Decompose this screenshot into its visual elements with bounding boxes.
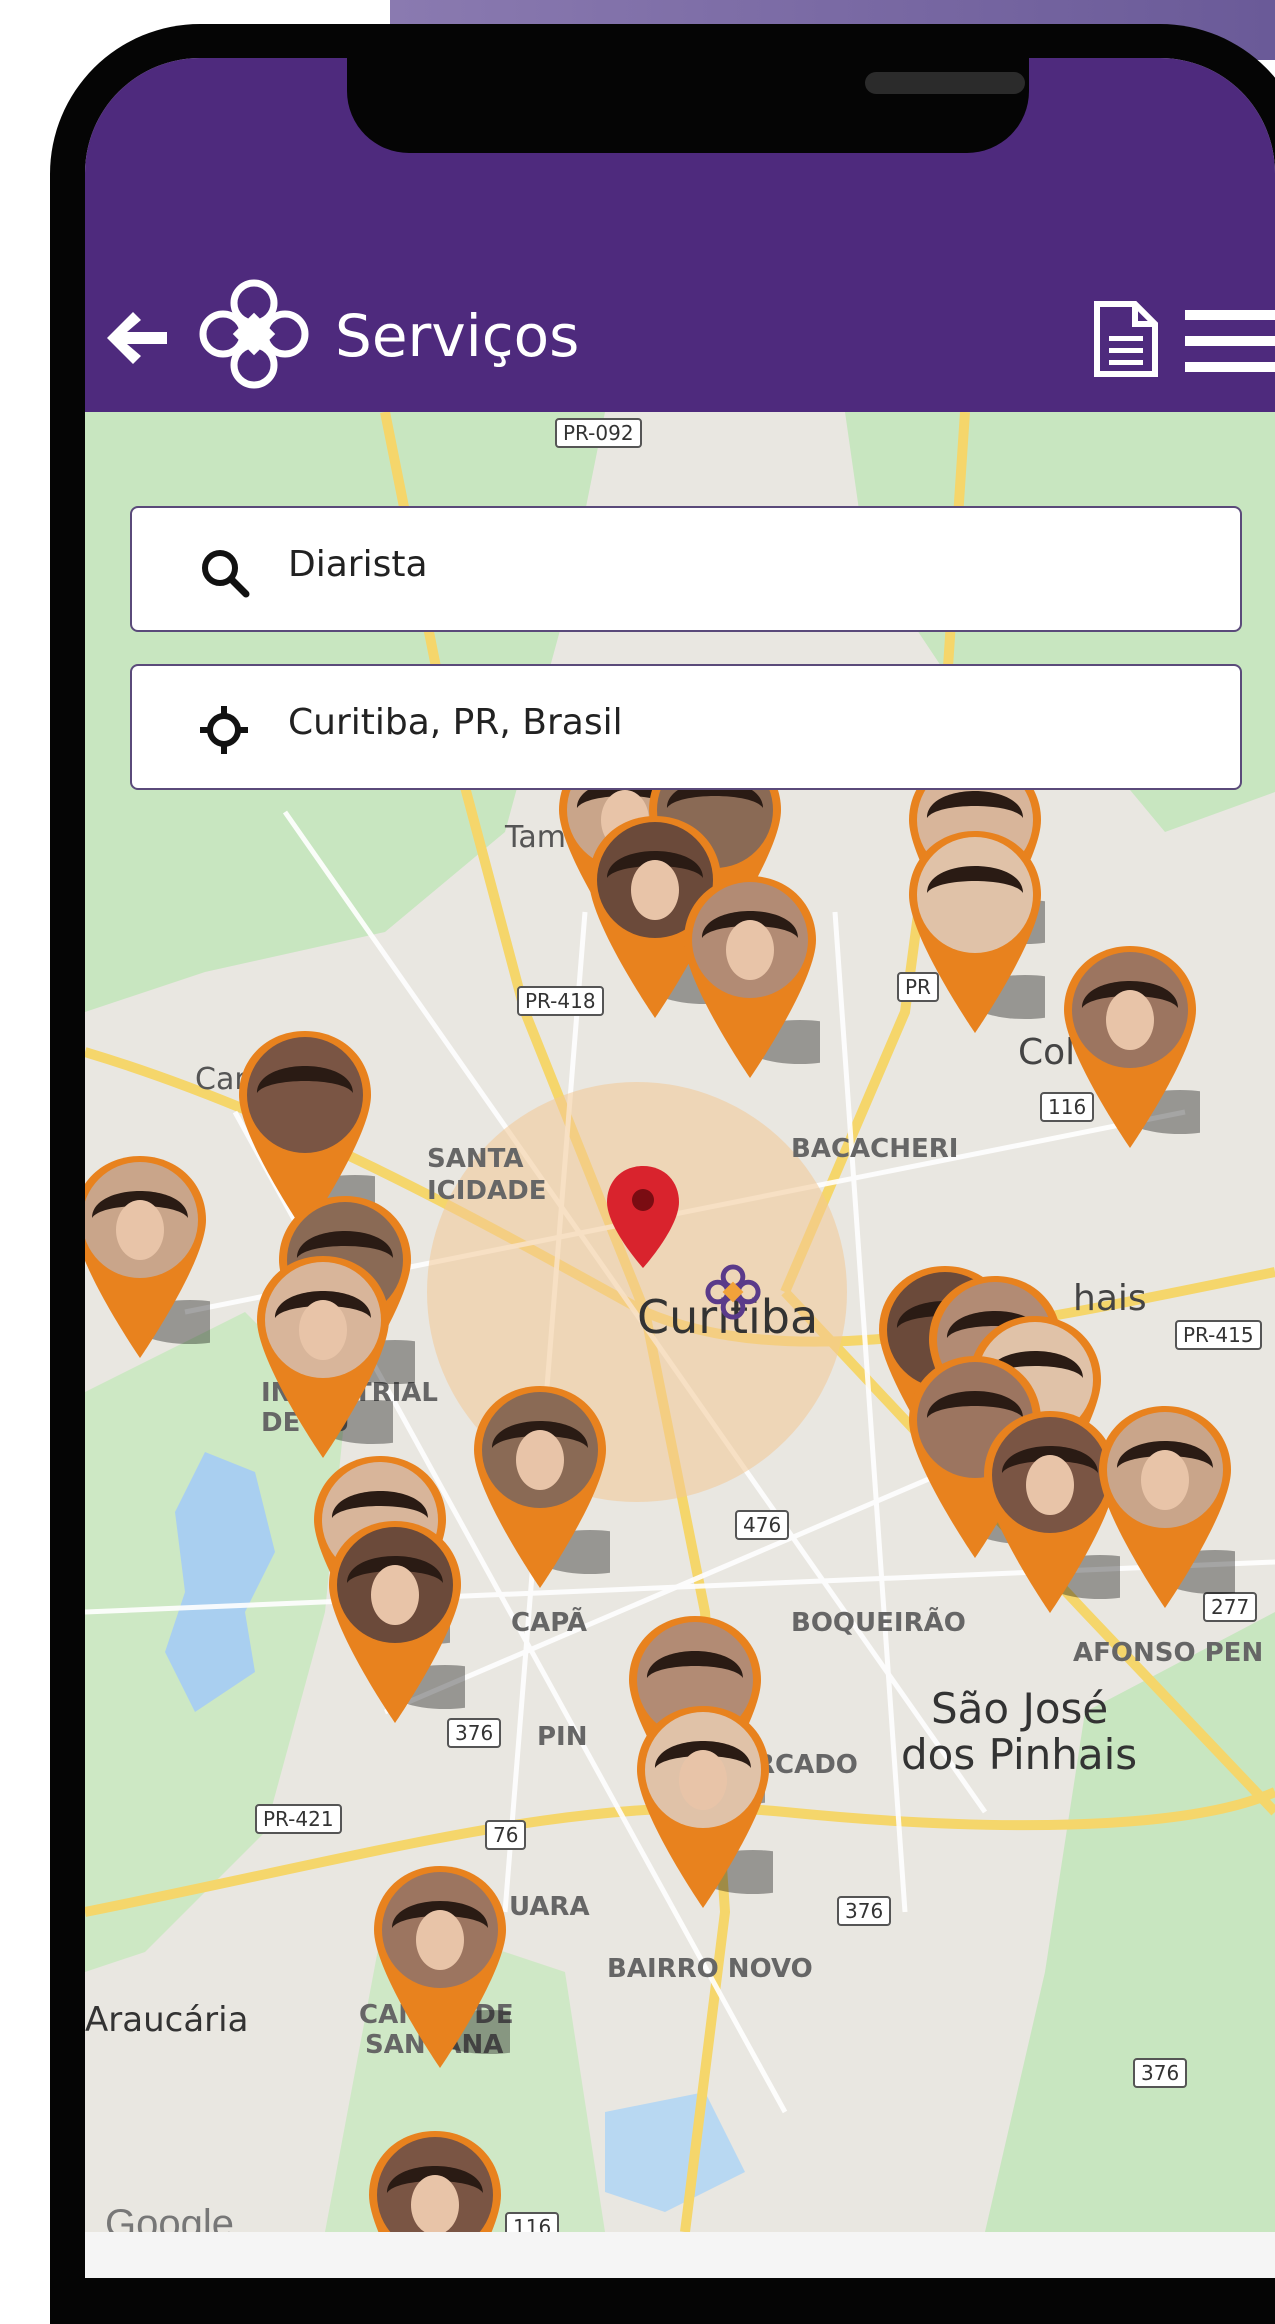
flower-logo-icon	[199, 279, 309, 389]
provider-pin[interactable]	[325, 1517, 465, 1727]
provider-pin[interactable]	[1060, 942, 1200, 1152]
avatar-face	[631, 860, 679, 920]
avatar-face	[371, 1565, 419, 1625]
bottom-panel	[85, 2232, 1275, 2278]
road-label: PR-415	[1175, 1320, 1262, 1350]
provider-pin[interactable]	[253, 1252, 393, 1462]
bairro-label: BOQUEIRÃO	[791, 1608, 966, 1638]
page-title: Serviços	[335, 302, 580, 370]
provider-pin[interactable]	[370, 1862, 510, 2072]
document-icon[interactable]	[1091, 300, 1161, 378]
provider-pin[interactable]	[905, 827, 1045, 1037]
bairro-label: BAIRRO NOVO	[607, 1954, 813, 1984]
google-watermark: Google	[105, 2202, 234, 2232]
avatar-face	[726, 920, 774, 980]
road-label: 476	[735, 1510, 790, 1540]
provider-pin[interactable]	[365, 2127, 505, 2232]
bairro-label: ICIDADE	[427, 1176, 547, 1206]
provider-pin[interactable]	[633, 1702, 773, 1912]
road-label: 376	[837, 1896, 892, 1926]
bairro-label: AFONSO PEN	[1073, 1638, 1264, 1668]
avatar-face	[1026, 1455, 1074, 1515]
location-field[interactable]: Curitiba, PR, Brasil	[130, 664, 1242, 790]
hamburger-menu-icon[interactable]	[1185, 308, 1275, 374]
bairro-label: PIN	[537, 1722, 588, 1752]
road-label: 76	[485, 1820, 527, 1850]
road-label: 376	[1133, 2058, 1188, 2088]
notch-speaker	[865, 72, 1025, 94]
avatar-face	[1141, 1450, 1189, 1510]
avatar-face	[516, 1430, 564, 1490]
city-label: dos Pinhais	[901, 1730, 1138, 1779]
bairro-label: CAPÃ	[511, 1608, 587, 1638]
phone-notch	[347, 58, 1029, 153]
avatar-face	[679, 1750, 727, 1810]
provider-avatar	[247, 1037, 363, 1153]
bairro-label: BACACHERI	[791, 1134, 959, 1164]
map-label: Araucária	[85, 2000, 249, 2040]
avatar-face	[1106, 990, 1154, 1050]
current-location-pin-icon[interactable]	[603, 1162, 683, 1272]
avatar-face	[299, 1300, 347, 1360]
search-input[interactable]: Diarista	[288, 544, 428, 585]
avatar-face	[416, 1910, 464, 1970]
search-icon	[202, 550, 250, 598]
bairro-label: SANTA	[427, 1144, 524, 1174]
road-label: PR-092	[555, 418, 642, 448]
provider-pin[interactable]	[680, 872, 820, 1082]
provider-pin[interactable]	[470, 1382, 610, 1592]
avatar-face	[116, 1200, 164, 1260]
brand-marker-icon	[705, 1264, 761, 1320]
app-header: Serviços	[85, 58, 1275, 412]
city-label: São José	[931, 1684, 1109, 1733]
map-view[interactable]: PR-092 Tama PR-418 PR Col Cam 116 SANTA …	[85, 412, 1275, 2232]
crosshair-icon	[200, 706, 248, 754]
bairro-label: UARA	[509, 1892, 590, 1922]
road-label: 116	[505, 2212, 560, 2232]
app-screen: Serviços PR-092 Tama PR-418 PR Col Cam 1…	[85, 58, 1275, 2278]
provider-avatar	[917, 837, 1033, 953]
search-field[interactable]: Diarista	[130, 506, 1242, 632]
location-input[interactable]: Curitiba, PR, Brasil	[288, 702, 623, 743]
arrow-left-icon[interactable]	[101, 308, 171, 368]
provider-pin[interactable]	[1095, 1402, 1235, 1612]
provider-pin[interactable]	[85, 1152, 210, 1362]
road-label: PR-421	[255, 1804, 342, 1834]
